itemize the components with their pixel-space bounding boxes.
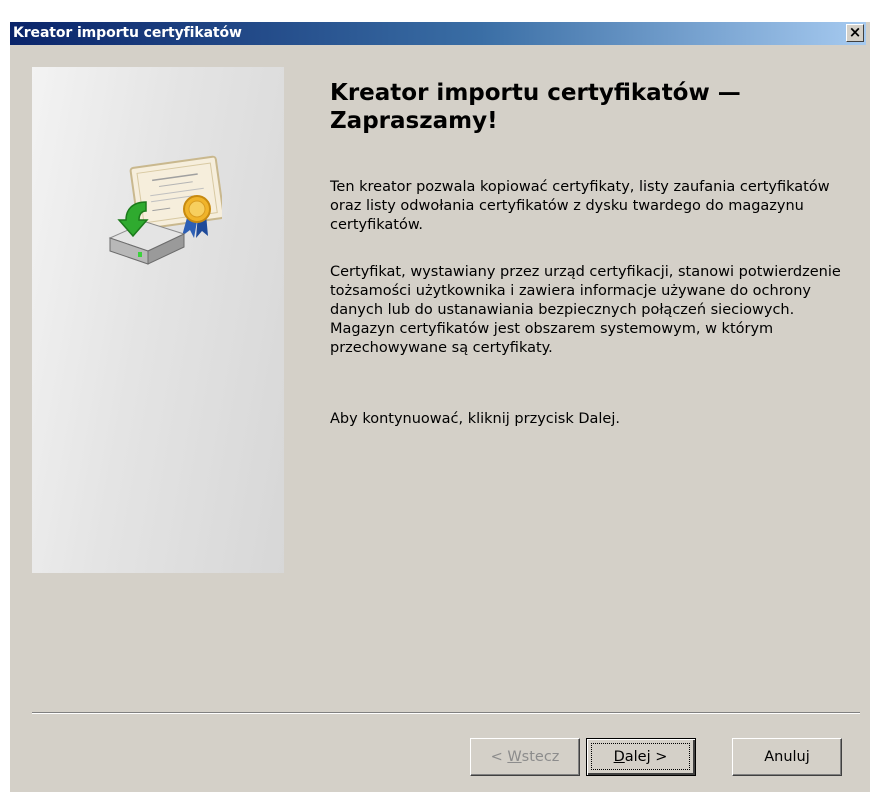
- cancel-button[interactable]: Anuluj: [732, 738, 842, 776]
- close-button[interactable]: ×: [846, 24, 864, 42]
- page-heading: Kreator importu certyfikatów — Zapraszam…: [330, 80, 741, 134]
- back-button-accelerator: W: [507, 749, 522, 765]
- window-title: Kreator importu certyfikatów: [13, 25, 242, 41]
- next-button-accelerator: D: [613, 749, 625, 765]
- focus-rect: Dalej >: [591, 743, 690, 770]
- cancel-button-label: Anuluj: [764, 749, 810, 765]
- intro-paragraph: Ten kreator pozwala kopiować certyfikaty…: [330, 179, 830, 233]
- certificate-description-paragraph: Certyfikat, wystawiany przez urząd certy…: [330, 264, 841, 356]
- back-button-prefix: <: [490, 749, 508, 765]
- certificate-import-icon: [108, 155, 222, 265]
- back-button[interactable]: < Wstecz: [470, 738, 580, 776]
- wizard-side-panel: [32, 67, 284, 573]
- certificate-import-wizard-window: Kreator importu certyfikatów × Kreator i…: [10, 22, 870, 792]
- close-icon: ×: [848, 23, 862, 41]
- next-button[interactable]: Dalej >: [586, 738, 696, 776]
- continue-instruction: Aby kontynuować, kliknij przycisk Dalej.: [330, 411, 620, 427]
- next-button-label: alej >: [624, 749, 668, 765]
- button-separator: [32, 712, 860, 714]
- title-bar[interactable]: Kreator importu certyfikatów ×: [10, 22, 866, 45]
- back-button-label: stecz: [521, 749, 560, 765]
